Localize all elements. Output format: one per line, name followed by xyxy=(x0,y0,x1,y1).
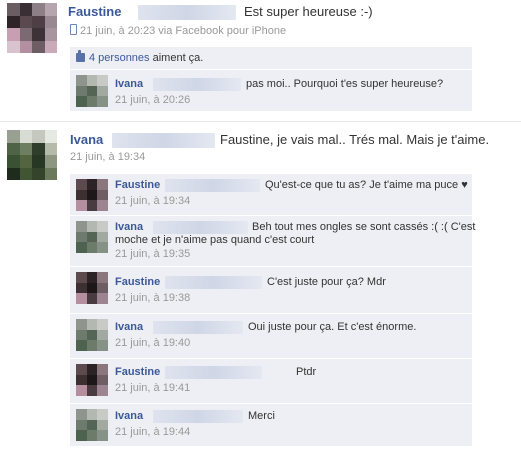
comment-author[interactable]: Faustine xyxy=(115,276,160,288)
comment-time[interactable]: 21 juin, à 19:40 xyxy=(115,337,190,349)
redacted-name xyxy=(153,321,243,334)
avatar[interactable] xyxy=(76,364,108,396)
post-author[interactable]: Faustine xyxy=(68,4,121,19)
avatar[interactable] xyxy=(76,319,108,351)
comment-time[interactable]: 21 juin, à 19:41 xyxy=(115,382,190,394)
comment-text: Ptdr xyxy=(296,366,317,378)
post-text: Faustine, je vais mal.. Trés mal. Mais j… xyxy=(220,132,490,147)
post-faustine: Faustine Est super heureuse :-) 21 juin,… xyxy=(0,0,521,118)
comment-text-line2: moche et je n'aime pas quand c'est court xyxy=(115,234,315,246)
comment-text: Oui juste pour ça. Et c'est énorme. xyxy=(248,321,417,333)
redacted-name xyxy=(165,366,262,379)
post-time[interactable]: 21 juin, à 20:23 via Facebook pour iPhon… xyxy=(80,25,286,37)
avatar[interactable] xyxy=(76,272,108,304)
redacted-name xyxy=(112,133,215,148)
avatar[interactable] xyxy=(76,179,108,211)
comment: Faustine Ptdr 21 juin, à 19:41 xyxy=(70,359,472,404)
redacted-name xyxy=(138,5,236,20)
redacted-name xyxy=(153,410,243,423)
comment: Ivana pas moi.. Pourquoi t'es super heur… xyxy=(70,70,472,112)
likes-bar: 4 personnes aiment ça. xyxy=(70,47,472,70)
likes-suffix: aiment ça. xyxy=(152,52,204,64)
phone-icon xyxy=(70,24,77,35)
comment-author[interactable]: Ivana xyxy=(115,321,143,333)
comment-author[interactable]: Ivana xyxy=(115,410,143,422)
comment-author[interactable]: Faustine xyxy=(115,179,160,191)
comment: Faustine C'est juste pour ça? Mdr 21 jui… xyxy=(70,267,472,314)
comment-time[interactable]: 21 juin, à 19:38 xyxy=(115,292,190,304)
post-time[interactable]: 21 juin, à 19:34 xyxy=(70,151,145,163)
comment-text: Qu'est-ce que tu as? Je t'aime ma puce ♥ xyxy=(265,179,468,191)
comment-author[interactable]: Ivana xyxy=(115,221,143,233)
comment-text: Merci xyxy=(248,410,275,422)
avatar[interactable] xyxy=(76,221,108,253)
avatar[interactable] xyxy=(7,130,57,180)
likes-link[interactable]: 4 personnes xyxy=(89,52,150,64)
comment: Ivana Oui juste pour ça. Et c'est énorme… xyxy=(70,314,472,359)
comment-text: C'est juste pour ça? Mdr xyxy=(267,276,386,288)
post-author[interactable]: Ivana xyxy=(70,132,103,147)
like-icon xyxy=(76,50,85,62)
divider xyxy=(0,121,521,122)
comment: Ivana Merci 21 juin, à 19:44 xyxy=(70,404,472,447)
redacted-name xyxy=(153,78,241,91)
post-ivana: Ivana Faustine, je vais mal.. Trés mal. … xyxy=(0,124,521,450)
avatar[interactable] xyxy=(7,3,57,53)
comment: Faustine Qu'est-ce que tu as? Je t'aime … xyxy=(70,174,472,216)
avatar[interactable] xyxy=(76,75,108,107)
comment-time[interactable]: 21 juin, à 19:44 xyxy=(115,426,190,438)
comment-text: pas moi.. Pourquoi t'es super heureuse? xyxy=(246,78,444,90)
comment-author[interactable]: Faustine xyxy=(115,366,160,378)
comment: Ivana Beh tout mes ongles se sont cassés… xyxy=(70,216,476,267)
post-text: Est super heureuse :-) xyxy=(244,4,373,19)
post-meta: 21 juin, à 20:23 via Facebook pour iPhon… xyxy=(70,24,286,37)
redacted-name xyxy=(153,221,248,234)
avatar[interactable] xyxy=(76,409,108,441)
comment-text: Beh tout mes ongles se sont cassés :( :(… xyxy=(252,221,476,233)
comment-time[interactable]: 21 juin, à 19:34 xyxy=(115,195,190,207)
redacted-name xyxy=(165,276,262,289)
comment-time[interactable]: 21 juin, à 19:35 xyxy=(115,248,190,260)
comment-author[interactable]: Ivana xyxy=(115,78,143,90)
redacted-name xyxy=(165,179,260,192)
comment-time[interactable]: 21 juin, à 20:26 xyxy=(115,94,190,106)
